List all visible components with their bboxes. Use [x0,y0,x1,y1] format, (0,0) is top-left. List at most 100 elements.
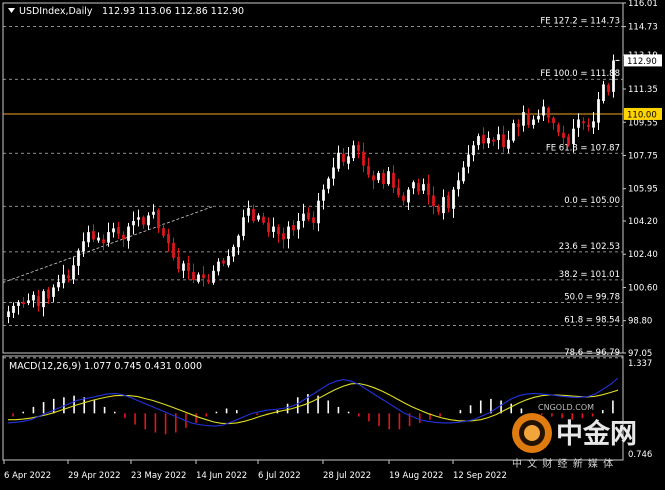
bull-candle [487,137,490,144]
bear-candle [177,256,180,270]
bear-candle [397,187,400,196]
bear-candle [47,289,50,299]
fib-label: 23.6 = 102.53 [559,242,620,252]
bear-candle [22,301,25,305]
bull-candle [242,217,245,236]
bull-candle [32,294,35,301]
bear-candle [122,234,125,240]
bull-candle [287,226,290,239]
fib-label: FE 61.8 = 107.87 [546,143,620,153]
bear-candle [502,134,505,148]
bull-candle [532,119,535,126]
bull-candle [217,261,220,272]
macd-readout: MACD(12,26,9) 1.077 0.745 0.431 0.000 [9,361,202,372]
date-label: 29 Apr 2022 [68,471,121,481]
bear-candle [207,279,210,282]
bear-candle [382,173,385,185]
bear-candle [252,208,255,222]
bull-candle [322,189,325,201]
macd-tick-label: 1.337 [628,359,652,369]
bull-candle [232,246,235,257]
bear-candle [527,113,530,126]
date-label: 19 Aug 2022 [389,471,443,481]
fib-label: 50.0 = 99.78 [564,293,620,303]
bull-candle [12,305,15,313]
bear-candle [557,124,560,133]
time-axis: 6 Apr 2022 29 Apr 2022 23 May 2022 14 Jun 2… [3,460,507,481]
bull-candle [257,215,260,220]
chart-window: FE 127.2 = 114.73 FE 100.0 = 111.88 FE 61.… [0,0,665,486]
bear-candle [582,121,585,124]
bull-candle [27,300,30,304]
bull-candle [17,302,20,306]
fib-label: 78.6 = 96.79 [564,348,620,358]
bear-candle [362,151,365,166]
bull-candle [327,178,330,189]
bear-candle [222,260,225,264]
bull-candle [422,184,425,191]
bull-candle [332,167,335,179]
bull-candle [542,106,545,116]
bull-candle [182,263,185,271]
bear-candle [187,262,190,271]
main-panel-frame [2,2,624,354]
bear-candle [172,242,175,258]
bear-candle [447,195,450,209]
bull-candle [72,265,75,280]
bull-candle [272,226,275,232]
bull-candle [57,281,60,288]
bull-candle [147,215,150,226]
bull-candle [317,200,320,224]
bear-candle [102,239,105,244]
date-label: 23 May 2022 [131,471,186,481]
bull-candle [467,154,470,167]
price-tick-label: 114.73 [628,23,658,33]
bull-candle [212,270,215,283]
bull-candle [112,228,115,233]
price-chart-svg: FE 127.2 = 114.73 FE 100.0 = 111.88 FE 61.… [2,0,662,481]
bull-candle [62,274,65,284]
price-tick-label: 107.75 [628,151,658,161]
bull-candle [602,84,605,101]
bear-candle [292,225,295,231]
ohlc-readout: 112.93 113.06 112.86 112.90 [102,6,244,17]
bull-candle [522,112,525,126]
bear-candle [482,134,485,144]
price-axis: 116.01114.73113.19111.35109.55107.75105.… [623,0,662,460]
price-tick-label: 97.05 [628,349,652,359]
bull-candle [337,152,340,169]
bull-candle [512,123,515,141]
bull-candle [237,235,240,248]
bull-candle [52,287,55,297]
bull-candle [77,250,80,266]
bear-candle [547,108,550,118]
bull-candle [132,221,135,226]
bull-candle [497,134,500,141]
bull-candle [7,311,10,318]
bear-candle [192,271,195,281]
fib-label: 0.0 = 105.00 [564,196,620,206]
price-tick-label: 98.80 [628,317,652,327]
bear-candle [262,216,265,223]
price-tick-label: 105.95 [628,185,658,195]
bull-candle [442,197,445,214]
bull-candle [97,237,100,241]
bear-candle [67,275,70,279]
macd-tick-label: 0.746 [628,450,652,460]
bull-candle [227,256,230,266]
watermark-tagline: 中 文 财 经 新 媒 体 [512,457,614,470]
bear-candle [492,139,495,142]
bull-candle [507,139,510,149]
bear-candle [427,183,430,196]
bear-candle [607,85,610,92]
price-tick-label: 102.40 [628,250,658,260]
bear-candle [417,183,420,192]
dropdown-arrow-icon[interactable] [8,8,15,13]
watermark-brand: 中金网 [556,418,637,450]
bull-candle [247,208,250,216]
bull-candle [577,119,580,128]
watermark-url: CNGOLD.COM [538,403,594,412]
bear-candle [432,195,435,207]
level-price-label: 110.00 [627,110,657,120]
price-tick-label: 116.01 [628,0,658,9]
